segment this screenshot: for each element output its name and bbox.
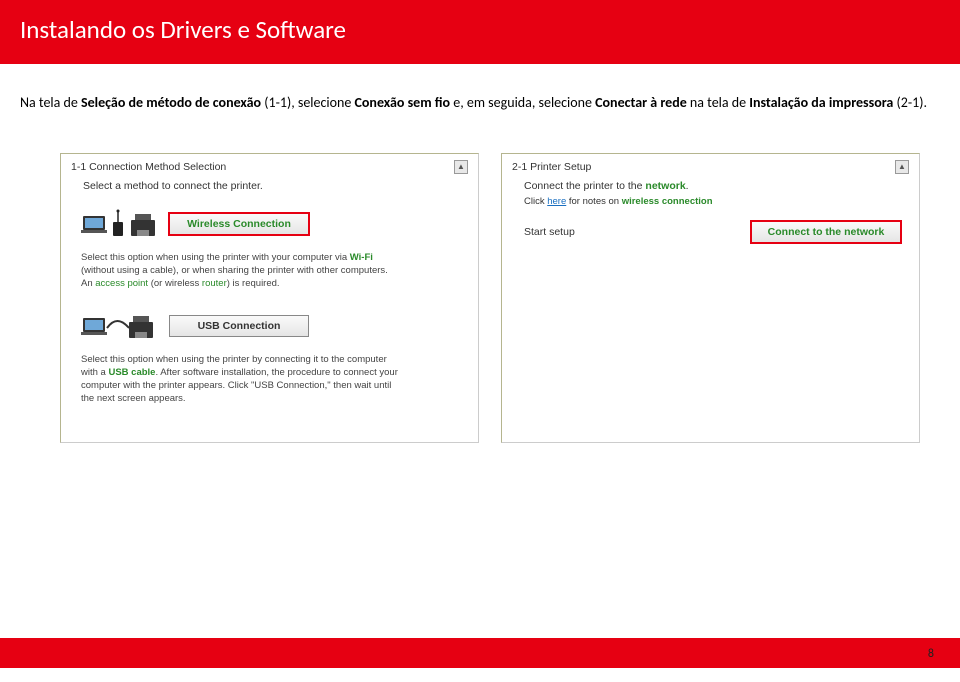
here-link[interactable]: here xyxy=(547,196,566,207)
intro-bold: Instalação da impressora xyxy=(749,94,893,111)
intro-bold: Conexão sem fio xyxy=(355,94,451,111)
scroll-up-icon[interactable]: ▲ xyxy=(454,160,468,174)
instr-part: for notes on xyxy=(566,196,621,207)
instr-keyword: network xyxy=(645,180,685,192)
wireless-description: Select this option when using the printe… xyxy=(81,252,401,290)
panel-instruction-2: Click here for notes on wireless connect… xyxy=(524,196,909,207)
instr-keyword: wireless connection xyxy=(622,196,713,207)
wireless-icon xyxy=(81,202,159,246)
start-setup-label: Start setup xyxy=(524,226,575,238)
instr-part: Connect the printer to the xyxy=(524,180,645,192)
panels-container: 1-1 Connection Method Selection ▲ Select… xyxy=(0,121,960,443)
instr-part: . xyxy=(686,180,689,192)
intro-part: (2-1). xyxy=(893,94,927,111)
panel-instruction-1: Connect the printer to the network. xyxy=(524,180,909,192)
panel-title-row: 1-1 Connection Method Selection ▲ xyxy=(71,160,468,174)
intro-part: (1-1), selecione xyxy=(261,94,354,111)
panel-connection-method: 1-1 Connection Method Selection ▲ Select… xyxy=(60,153,479,443)
intro-text: Na tela de Seleção de método de conexão … xyxy=(0,64,960,121)
header-bar: Instalando os Drivers e Software xyxy=(0,0,960,64)
desc-part: ) is required. xyxy=(227,278,280,289)
setup-row: Start setup Connect to the network xyxy=(524,221,901,243)
desc-part: Select this option when using the printe… xyxy=(81,252,350,263)
desc-part: (or wireless xyxy=(148,278,202,289)
footer-bar xyxy=(0,638,960,668)
desc-keyword: Wi-Fi xyxy=(350,252,373,263)
wireless-option-row: Wireless Connection xyxy=(81,202,468,246)
scroll-up-icon[interactable]: ▲ xyxy=(895,160,909,174)
usb-option-row: USB Connection xyxy=(81,304,468,348)
usb-connection-button[interactable]: USB Connection xyxy=(169,315,309,337)
panel-title-row: 2-1 Printer Setup ▲ xyxy=(512,160,909,174)
intro-part: na tela de xyxy=(687,94,749,111)
desc-keyword: USB cable xyxy=(108,367,155,378)
usb-icon xyxy=(81,304,159,348)
instr-part: Click xyxy=(524,196,547,207)
panel-title: 2-1 Printer Setup xyxy=(512,161,591,173)
usb-description: Select this option when using the printe… xyxy=(81,354,401,405)
panel-printer-setup: 2-1 Printer Setup ▲ Connect the printer … xyxy=(501,153,920,443)
page-title: Instalando os Drivers e Software xyxy=(20,14,940,45)
wireless-connection-button[interactable]: Wireless Connection xyxy=(169,213,309,235)
desc-keyword: router xyxy=(202,278,227,289)
desc-keyword: access point xyxy=(95,278,148,289)
intro-bold: Conectar à rede xyxy=(595,94,687,111)
panel-title: 1-1 Connection Method Selection xyxy=(71,161,226,173)
intro-part: e, em seguida, selecione xyxy=(450,94,595,111)
intro-bold: Seleção de método de conexão xyxy=(81,94,261,111)
intro-part: Na tela de xyxy=(20,94,81,111)
page-number: 8 xyxy=(928,647,934,661)
connect-to-network-button[interactable]: Connect to the network xyxy=(751,221,901,243)
panel-instruction: Select a method to connect the printer. xyxy=(83,180,468,192)
